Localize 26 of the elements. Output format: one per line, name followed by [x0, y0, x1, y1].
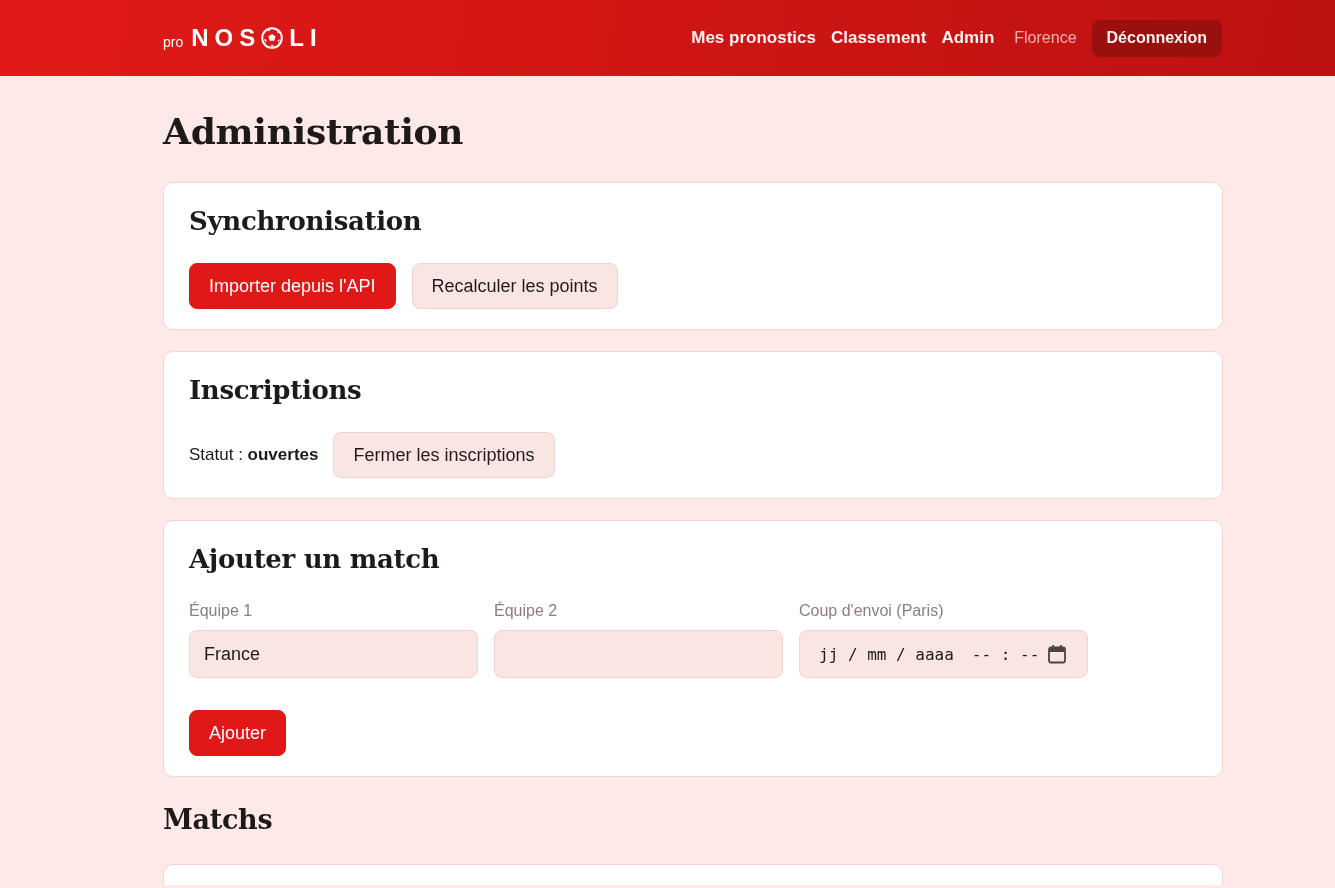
calendar-icon[interactable]: [1047, 644, 1067, 664]
primary-button[interactable]: Ajouter: [189, 710, 287, 756]
primary-button[interactable]: Importer depuis l'API: [189, 263, 396, 309]
soccer-ball-icon: [261, 27, 284, 49]
logout-button[interactable]: Déconnexion: [1091, 19, 1222, 57]
field-label: Équipe 1: [189, 601, 254, 621]
nav-link[interactable]: Mes pronostics: [691, 28, 816, 48]
status-text: Statut : ouvertes: [189, 445, 319, 465]
datetime-field[interactable]: jj / mm / aaaa -- : --: [799, 630, 1088, 678]
text-field[interactable]: [494, 630, 783, 678]
section-title: Matchs: [163, 803, 274, 837]
card-title: Ajouter un match: [189, 543, 441, 576]
page-title: Administration: [163, 109, 465, 154]
logo-prefix: pro: [163, 34, 184, 50]
field-label: Équipe 2: [494, 601, 559, 621]
card-title: Synchronisation: [189, 205, 423, 238]
secondary-button[interactable]: Recalculer les points: [411, 263, 618, 309]
card-title: Inscriptions: [189, 374, 363, 407]
nav-link[interactable]: Admin: [941, 28, 995, 48]
nav-link[interactable]: Classement: [830, 28, 927, 48]
secondary-button[interactable]: Fermer les inscriptions: [333, 432, 555, 478]
logo-text: NOS: [191, 24, 262, 52]
logo-text: LI: [289, 24, 323, 52]
field-label: Coup d'envoi (Paris): [799, 601, 945, 621]
user-name: Florence: [1014, 29, 1077, 47]
text-field[interactable]: France: [189, 630, 478, 678]
